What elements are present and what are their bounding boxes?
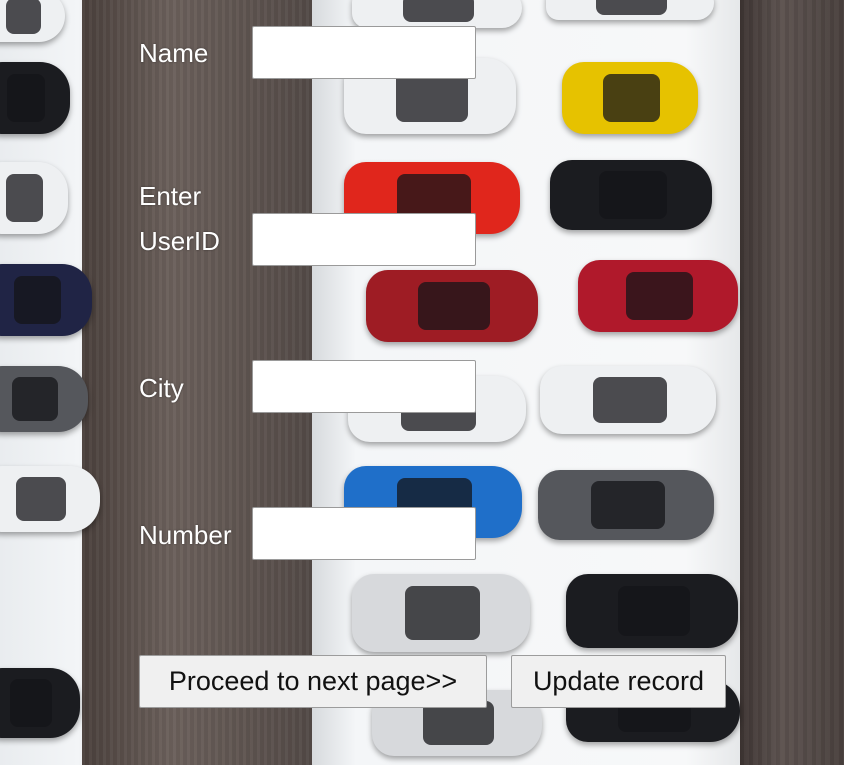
city-label: City bbox=[139, 373, 184, 403]
number-label: Number bbox=[139, 520, 232, 550]
update-record-button[interactable]: Update record bbox=[511, 655, 726, 708]
name-label: Name bbox=[139, 38, 209, 68]
name-input[interactable] bbox=[252, 26, 476, 79]
city-input[interactable] bbox=[252, 360, 476, 413]
proceed-next-page-button[interactable]: Proceed to next page>> bbox=[139, 655, 487, 708]
userid-label-line2: UserID bbox=[139, 226, 220, 256]
user-record-form: Name Enter UserID City Number Proceed to… bbox=[0, 0, 844, 765]
userid-input[interactable] bbox=[252, 213, 476, 266]
number-input[interactable] bbox=[252, 507, 476, 560]
userid-label-line1: Enter bbox=[139, 181, 202, 211]
